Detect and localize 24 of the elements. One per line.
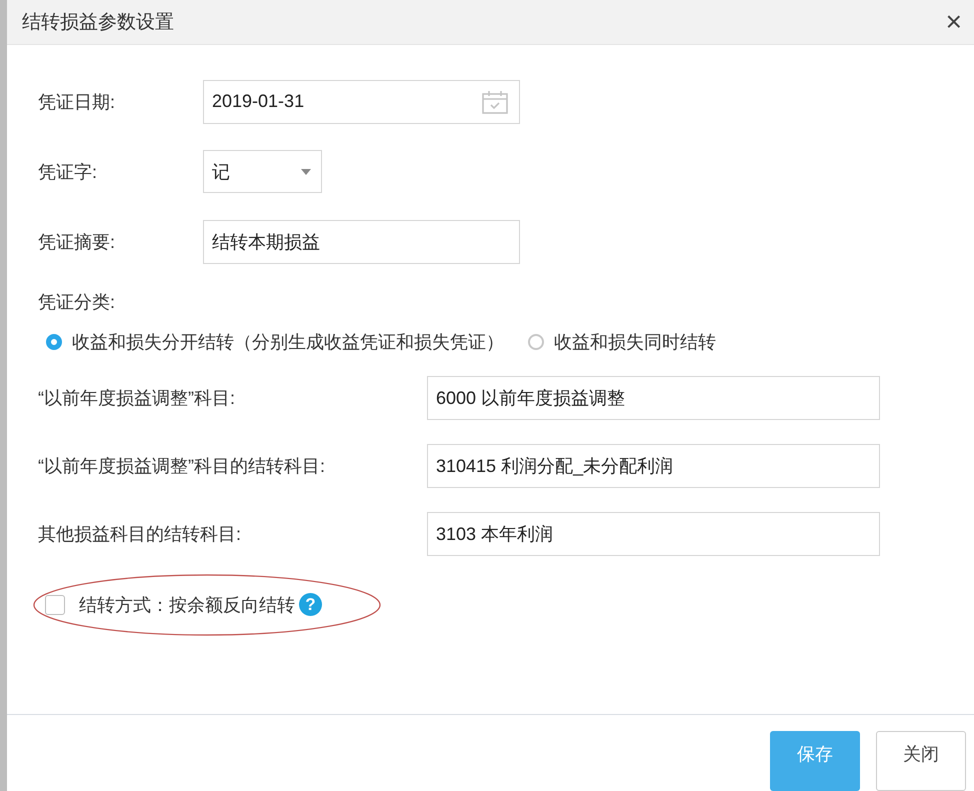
field-label: “以前年度损益调整”科目: [38,386,236,410]
radio-label: 收益和损失同时结转 [554,330,716,354]
radio-button[interactable] [46,334,62,350]
field-label: 凭证摘要: [38,230,116,254]
summary-field[interactable]: 结转本期损益 [203,220,520,264]
checkbox[interactable] [45,594,65,615]
window-title: 结转损益参数设置 [22,10,174,35]
account-field[interactable]: 6000 以前年度损益调整 [427,376,880,420]
calendar-icon[interactable] [481,88,509,115]
date-field[interactable]: 2019-01-31 [203,80,520,124]
close-button[interactable]: 关闭 [876,731,966,791]
field-label: 凭证日期: [38,90,116,114]
section-label: 凭证分类: [38,290,116,314]
caret-icon [301,168,311,175]
close-button[interactable]: × [942,8,966,36]
radio-label: 收益和损失分开结转（分别生成收益凭证和损失凭证） [72,330,504,354]
checkbox-label: 结转方式：按余额反向结转 [79,594,295,617]
account-field[interactable]: 310415 利润分配_未分配利润 [427,444,880,488]
field-label: “以前年度损益调整”科目的结转科目: [38,454,326,478]
field-label: 凭证字: [38,160,98,184]
radio-button[interactable] [528,334,544,350]
field-label: 其他损益科目的结转科目: [38,522,242,546]
voucher-type-dropdown[interactable]: 记 [203,150,322,194]
account-field[interactable]: 3103 本年利润 [427,512,880,556]
